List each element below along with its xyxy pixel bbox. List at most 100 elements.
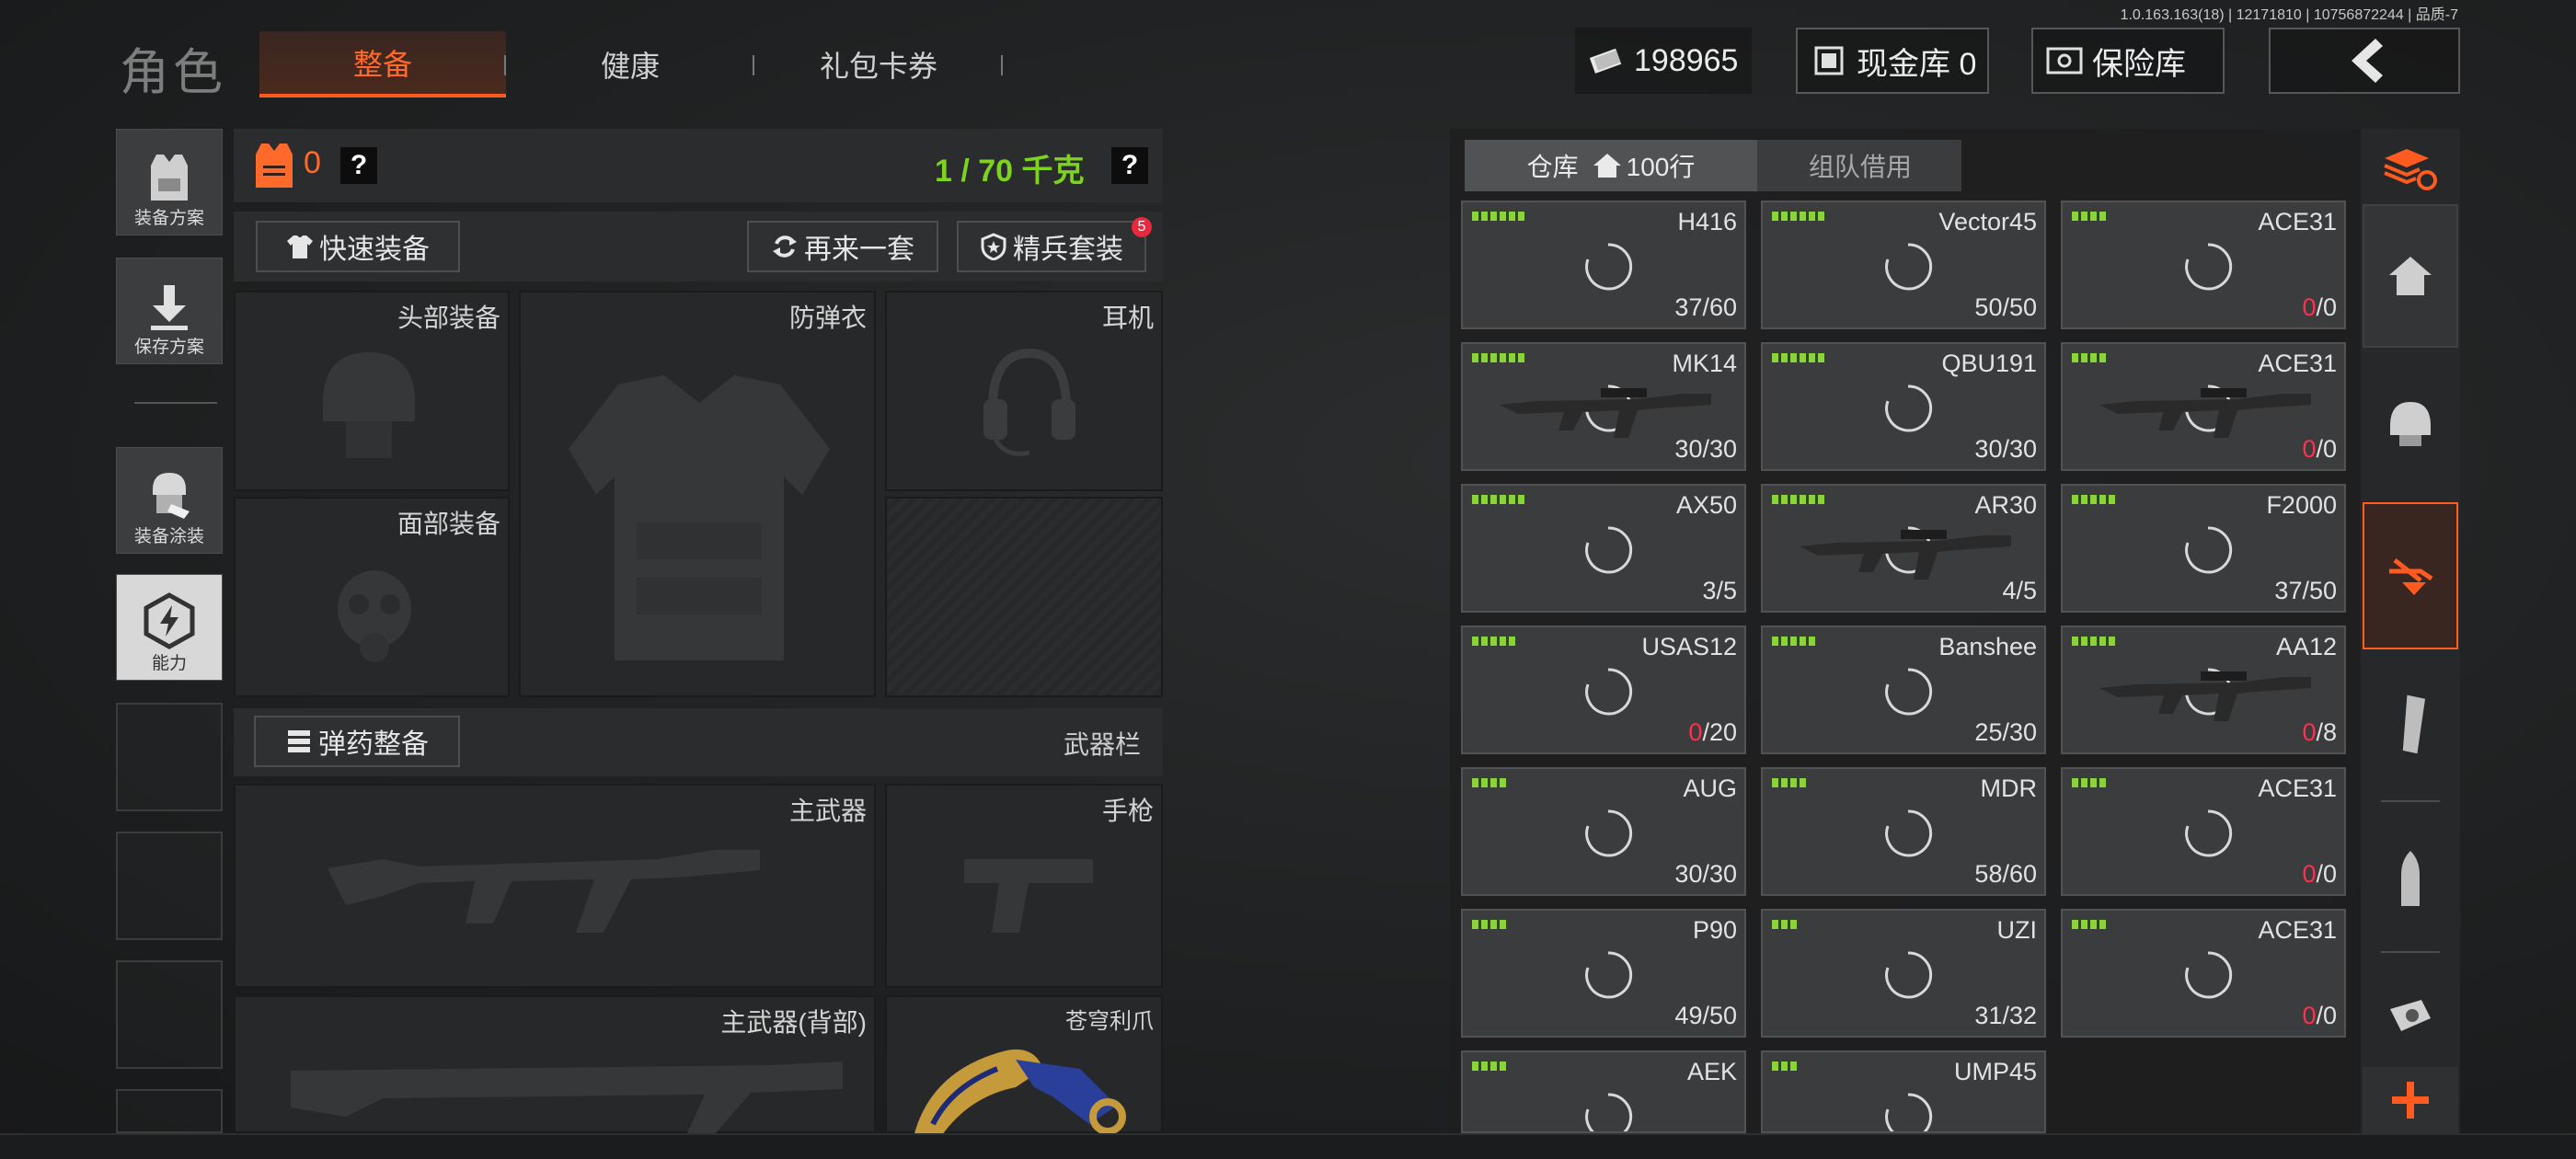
tab-health[interactable]: 健康 [515, 31, 745, 98]
ammo-prep-label: 弹药整备 [318, 729, 429, 760]
sort-button[interactable] [2363, 134, 2458, 204]
vest-icon [151, 155, 188, 201]
warehouse-item[interactable]: ACE31 0/0 [2061, 342, 2346, 471]
tab-storage[interactable]: 仓库 100行 [1465, 140, 1757, 191]
menu-magazine[interactable] [2363, 655, 2458, 793]
quality-bars [1772, 495, 1824, 504]
pistol-slot[interactable]: 手枪 [885, 784, 1163, 988]
again-button[interactable]: 再来一套 [747, 221, 938, 272]
item-name: UMP45 [1953, 1058, 2037, 1085]
quality-bar [2081, 495, 2087, 504]
head-slot[interactable]: 头部装备 [234, 291, 510, 491]
item-name: AX50 [1675, 491, 1737, 519]
warehouse-item[interactable]: USAS12 0/20 [1461, 625, 1746, 754]
warehouse-item[interactable]: ACE31 0/0 [2061, 767, 2346, 896]
menu-attachments[interactable] [2363, 960, 2458, 1071]
face-slot[interactable]: 面部装备 [234, 497, 510, 697]
elite-set-button[interactable]: 精兵套装 [957, 221, 1146, 272]
skin-button[interactable]: 装备涂装 [116, 447, 223, 554]
warehouse-item[interactable]: ACE31 0/0 [2061, 909, 2346, 1038]
quality-bar [1481, 637, 1488, 646]
quality-bars [1772, 778, 1806, 787]
item-ammo-capacity: /0 [2316, 293, 2337, 321]
quality-bar [2099, 212, 2106, 221]
warehouse-item[interactable]: AR30 4/5 [1761, 484, 2046, 613]
warehouse-item[interactable]: Banshee 25/30 [1761, 625, 2046, 754]
quality-bar [2109, 637, 2115, 646]
item-name: UZI [1996, 916, 2038, 944]
item-name: ACE31 [2258, 208, 2337, 235]
add-button[interactable] [2363, 1067, 2458, 1133]
safe-vault-button[interactable]: 保险库 [2031, 28, 2225, 94]
tab-loadout[interactable]: 整备 [259, 31, 506, 98]
armor-count: 0 [304, 145, 321, 180]
item-ammo-capacity: 31/32 [1974, 1002, 2037, 1029]
quality-bar [2081, 212, 2087, 221]
refresh-icon [773, 235, 797, 258]
warehouse-item[interactable]: Vector45 50/50 [1761, 201, 2046, 329]
menu-weapons[interactable] [2363, 502, 2458, 649]
warehouse-item[interactable]: ACE31 0/0 [2061, 201, 2346, 329]
currency-display[interactable]: 198965 [1575, 28, 1752, 94]
item-ammo-capacity: 25/30 [1974, 718, 2037, 746]
vest-slot-label: 防弹衣 [788, 304, 867, 332]
ability-button[interactable]: 能力 [116, 574, 223, 681]
quality-bar [1481, 495, 1488, 504]
menu-ammo[interactable] [2363, 809, 2458, 947]
tab-storage-label: 仓库 [1526, 153, 1579, 181]
primary-weapon-slot[interactable]: 主武器 [234, 784, 876, 988]
again-label: 再来一套 [804, 235, 914, 265]
warehouse-item[interactable]: AUG 30/30 [1461, 767, 1746, 896]
back-button[interactable] [2269, 28, 2460, 94]
warehouse-item[interactable]: AX50 3/5 [1461, 484, 1746, 613]
item-name: QBU191 [1941, 350, 2037, 377]
tab-team-borrow[interactable]: 组队借用 [1759, 140, 1961, 191]
loading-spinner-icon [2185, 526, 2233, 574]
warehouse-item[interactable]: AA12 0/8 [2061, 625, 2346, 754]
warehouse-item[interactable]: MK14 30/30 [1461, 342, 1746, 471]
armor-help-button[interactable]: ? [340, 147, 377, 184]
cash-vault-button[interactable]: 现金库 0 [1796, 28, 1989, 94]
quality-bar [1781, 1061, 1788, 1071]
quality-bar [1790, 495, 1797, 504]
tab-gift-coupons[interactable]: 礼包卡券 [764, 31, 994, 98]
ammo-prep-button[interactable]: 弹药整备 [254, 716, 460, 767]
quality-bar [1500, 1061, 1506, 1071]
sidebar-empty-slot [116, 832, 223, 940]
weight-help-button[interactable]: ? [1111, 147, 1148, 184]
warehouse-item[interactable]: P90 49/50 [1461, 909, 1746, 1038]
warehouse-item[interactable]: UZI 31/32 [1761, 909, 2046, 1038]
quality-bar [2081, 778, 2087, 787]
loadout-plan-button[interactable]: 装备方案 [116, 129, 223, 235]
quality-bar [1472, 1061, 1478, 1071]
warehouse-item[interactable]: QBU191 30/30 [1761, 342, 2046, 471]
quality-bars [1772, 1061, 1797, 1071]
weapon-drop-icon [2389, 558, 2433, 595]
item-name: P90 [1692, 916, 1737, 944]
menu-gear[interactable] [2363, 353, 2458, 491]
warehouse-item[interactable]: AEK [1461, 1050, 1746, 1133]
quality-bar [1509, 353, 1515, 362]
warehouse-item[interactable]: H416 37/60 [1461, 201, 1746, 329]
quality-bars [1772, 637, 1815, 646]
item-ammo-count: 3/5 [1702, 577, 1737, 605]
vest-slot[interactable]: 防弹衣 [519, 291, 876, 697]
primary-back-slot[interactable]: 主武器(背部) [234, 995, 876, 1135]
warehouse-item[interactable]: UMP45 [1761, 1050, 2046, 1133]
quality-bar [1772, 920, 1778, 929]
quick-equip-button[interactable]: 快速装备 [256, 221, 460, 272]
save-plan-button[interactable]: 保存方案 [116, 258, 223, 364]
quality-bar [1809, 353, 1815, 362]
item-name: AEK [1686, 1058, 1737, 1085]
warehouse-item[interactable]: F2000 37/50 [2061, 484, 2346, 613]
elite-set-label: 精兵套装 [1013, 235, 1123, 265]
melee-slot[interactable]: 苍穹利爪 [885, 995, 1163, 1135]
sidebar-empty-slot [116, 960, 223, 1069]
item-ammo-count: 0/0 [2302, 435, 2337, 464]
loading-spinner-icon [1585, 243, 1633, 291]
quality-bar [1490, 778, 1497, 787]
quality-bar [2081, 920, 2087, 929]
menu-home[interactable] [2363, 204, 2458, 348]
warehouse-item[interactable]: MDR 58/60 [1761, 767, 2046, 896]
headset-slot[interactable]: 耳机 [885, 291, 1163, 491]
